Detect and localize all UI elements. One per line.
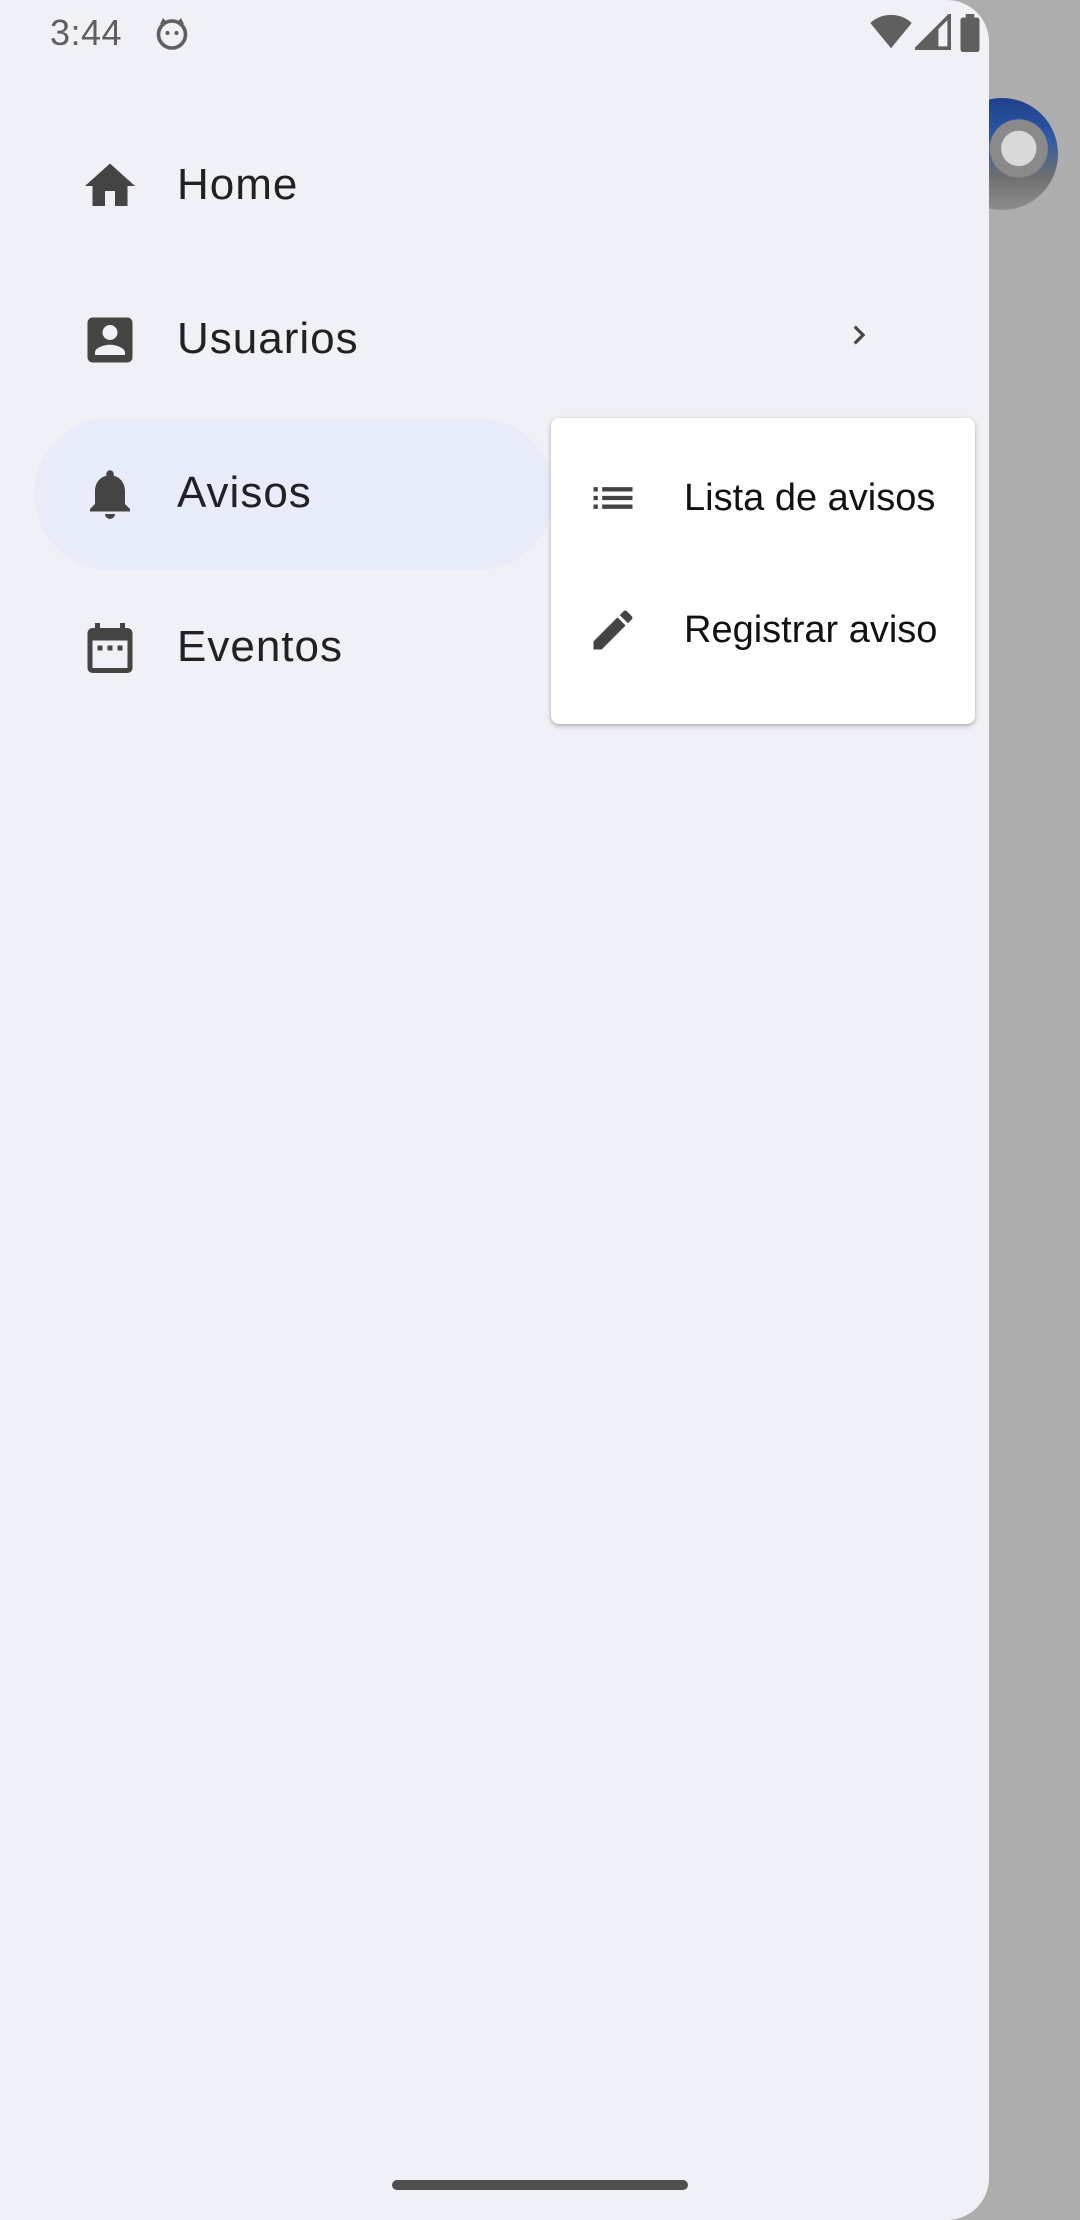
account-box-icon <box>87 317 133 363</box>
submenu-item-label: Registrar aviso <box>684 609 938 651</box>
submenu-item-label: Lista de avisos <box>684 477 936 519</box>
drawer-item-label: Home <box>177 160 299 209</box>
battery-icon <box>960 14 980 52</box>
screen: 3:44 Home Usuarios Avisos Eventos Lista … <box>0 0 1080 2220</box>
status-time: 3:44 <box>50 12 123 53</box>
drawer-item-avisos[interactable]: Avisos <box>34 418 554 570</box>
cell-signal-icon <box>915 14 951 50</box>
status-icons <box>869 14 989 54</box>
drawer-item-label: Eventos <box>177 622 343 671</box>
drawer-item-usuarios[interactable]: Usuarios <box>34 264 554 416</box>
gesture-nav-handle[interactable] <box>392 2180 688 2190</box>
bell-icon <box>90 470 130 519</box>
calendar-icon <box>87 623 133 673</box>
cat-face-icon <box>156 18 188 50</box>
submenu-item-registrar-aviso[interactable]: Registrar aviso <box>551 564 975 696</box>
submenu-item-lista-de-avisos[interactable]: Lista de avisos <box>551 432 975 564</box>
status-bar: 3:44 <box>0 0 989 66</box>
drawer-item-home[interactable]: Home <box>34 110 554 262</box>
chevron-right-icon[interactable] <box>840 316 878 354</box>
drawer-item-eventos[interactable]: Eventos <box>34 572 554 724</box>
avisos-submenu: Lista de avisos Registrar aviso <box>551 418 975 724</box>
pencil-icon <box>593 610 633 650</box>
list-icon <box>593 487 633 509</box>
navigation-drawer: 3:44 Home Usuarios Avisos Eventos Lista … <box>0 0 989 2220</box>
drawer-item-label: Avisos <box>177 468 312 517</box>
drawer-item-label: Usuarios <box>177 314 359 363</box>
home-icon <box>85 163 135 206</box>
wifi-icon <box>870 14 912 49</box>
